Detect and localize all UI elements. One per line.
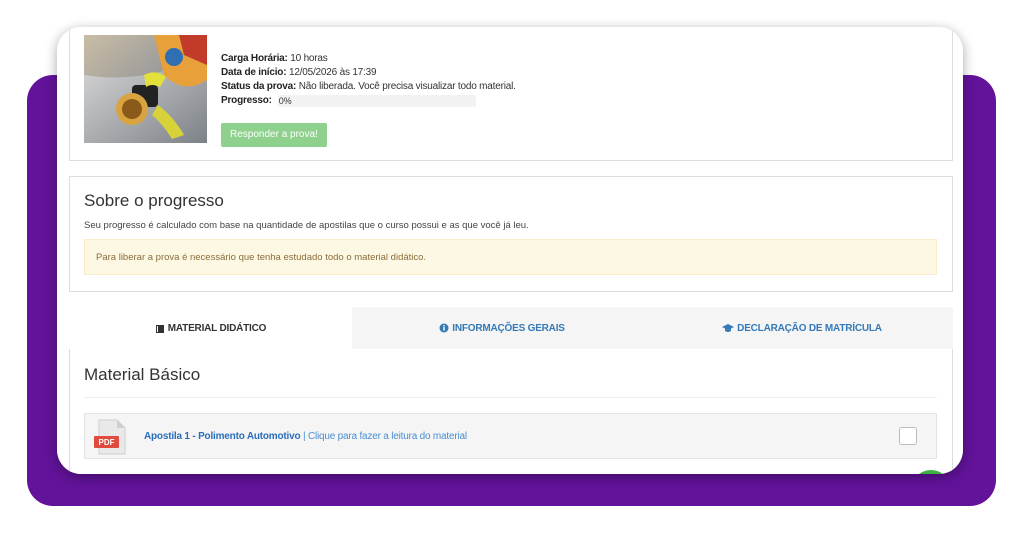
browser-card: Carga Horária: 10 horas Data de início: … — [57, 27, 963, 474]
tab-label: MATERIAL DIDÁTICO — [167, 323, 267, 334]
tab-label: INFORMAÇÕES GERAIS — [452, 322, 565, 334]
material-content: Material Básico PDF Apostila 1 - Polimen… — [69, 349, 953, 474]
material-title: Apostila 1 - Polimento Automotivo — [144, 431, 301, 442]
material-item[interactable]: PDF Apostila 1 - Polimento Automotivo | … — [84, 413, 937, 459]
material-read-checkbox[interactable] — [899, 427, 917, 445]
info-circle-icon — [439, 323, 449, 333]
pdf-icon-label: PDF — [99, 438, 115, 447]
material-link[interactable]: Apostila 1 - Polimento Automotivo | Cliq… — [144, 431, 467, 442]
workload-row: Carga Horária: 10 horas — [221, 52, 516, 66]
workload-label: Carga Horária: — [221, 53, 288, 64]
answer-exam-button[interactable]: Responder a prova! — [221, 123, 327, 147]
progress-bar: 0% — [277, 95, 476, 107]
course-thumbnail — [84, 35, 207, 143]
progress-text: 0% — [278, 96, 292, 106]
workload-value: 10 horas — [290, 53, 328, 64]
section-divider — [84, 397, 937, 398]
tab-informacoes-gerais[interactable]: INFORMAÇÕES GERAIS — [352, 307, 652, 349]
section-title: Material Básico — [84, 365, 201, 384]
exam-status-value: Não liberada. Você precisa visualizar to… — [298, 81, 516, 92]
book-icon — [155, 324, 164, 333]
warning-alert: Para liberar a prova é necessário que te… — [84, 239, 937, 275]
progress-label: Progresso: — [221, 95, 272, 106]
tabs-bar: MATERIAL DIDÁTICO INFORMAÇÕES GERAIS DEC… — [69, 307, 953, 350]
about-progress-title: Sobre o progresso — [84, 191, 224, 210]
exam-status-row: Status da prova: Não liberada. Você prec… — [221, 80, 516, 94]
graduation-cap-icon — [722, 324, 735, 332]
start-date-label: Data de início: — [221, 67, 287, 78]
course-info: Carga Horária: 10 horas Data de início: … — [221, 52, 516, 108]
warning-alert-text: Para liberar a prova é necessário que te… — [96, 252, 427, 263]
exam-status-label: Status da prova: — [221, 81, 297, 92]
progress-row: Progresso: 0% — [221, 94, 516, 108]
start-date-row: Data de início: 12/05/2026 às 17:39 — [221, 66, 516, 80]
material-hint: | Clique para fazer a leitura do materia… — [302, 431, 467, 442]
pdf-file-icon: PDF — [94, 419, 126, 455]
start-date-value: 12/05/2026 às 17:39 — [288, 67, 377, 78]
about-progress-panel: Sobre o progresso Seu progresso é calcul… — [69, 176, 953, 292]
course-panel: Carga Horária: 10 horas Data de início: … — [69, 27, 953, 161]
tab-declaracao-matricula[interactable]: DECLARAÇÃO DE MATRÍCULA — [652, 307, 952, 349]
tab-material-didatico[interactable]: MATERIAL DIDÁTICO — [69, 307, 352, 350]
tab-label: DECLARAÇÃO DE MATRÍCULA — [737, 322, 882, 334]
about-progress-description: Seu progresso é calculado com base na qu… — [84, 220, 529, 231]
